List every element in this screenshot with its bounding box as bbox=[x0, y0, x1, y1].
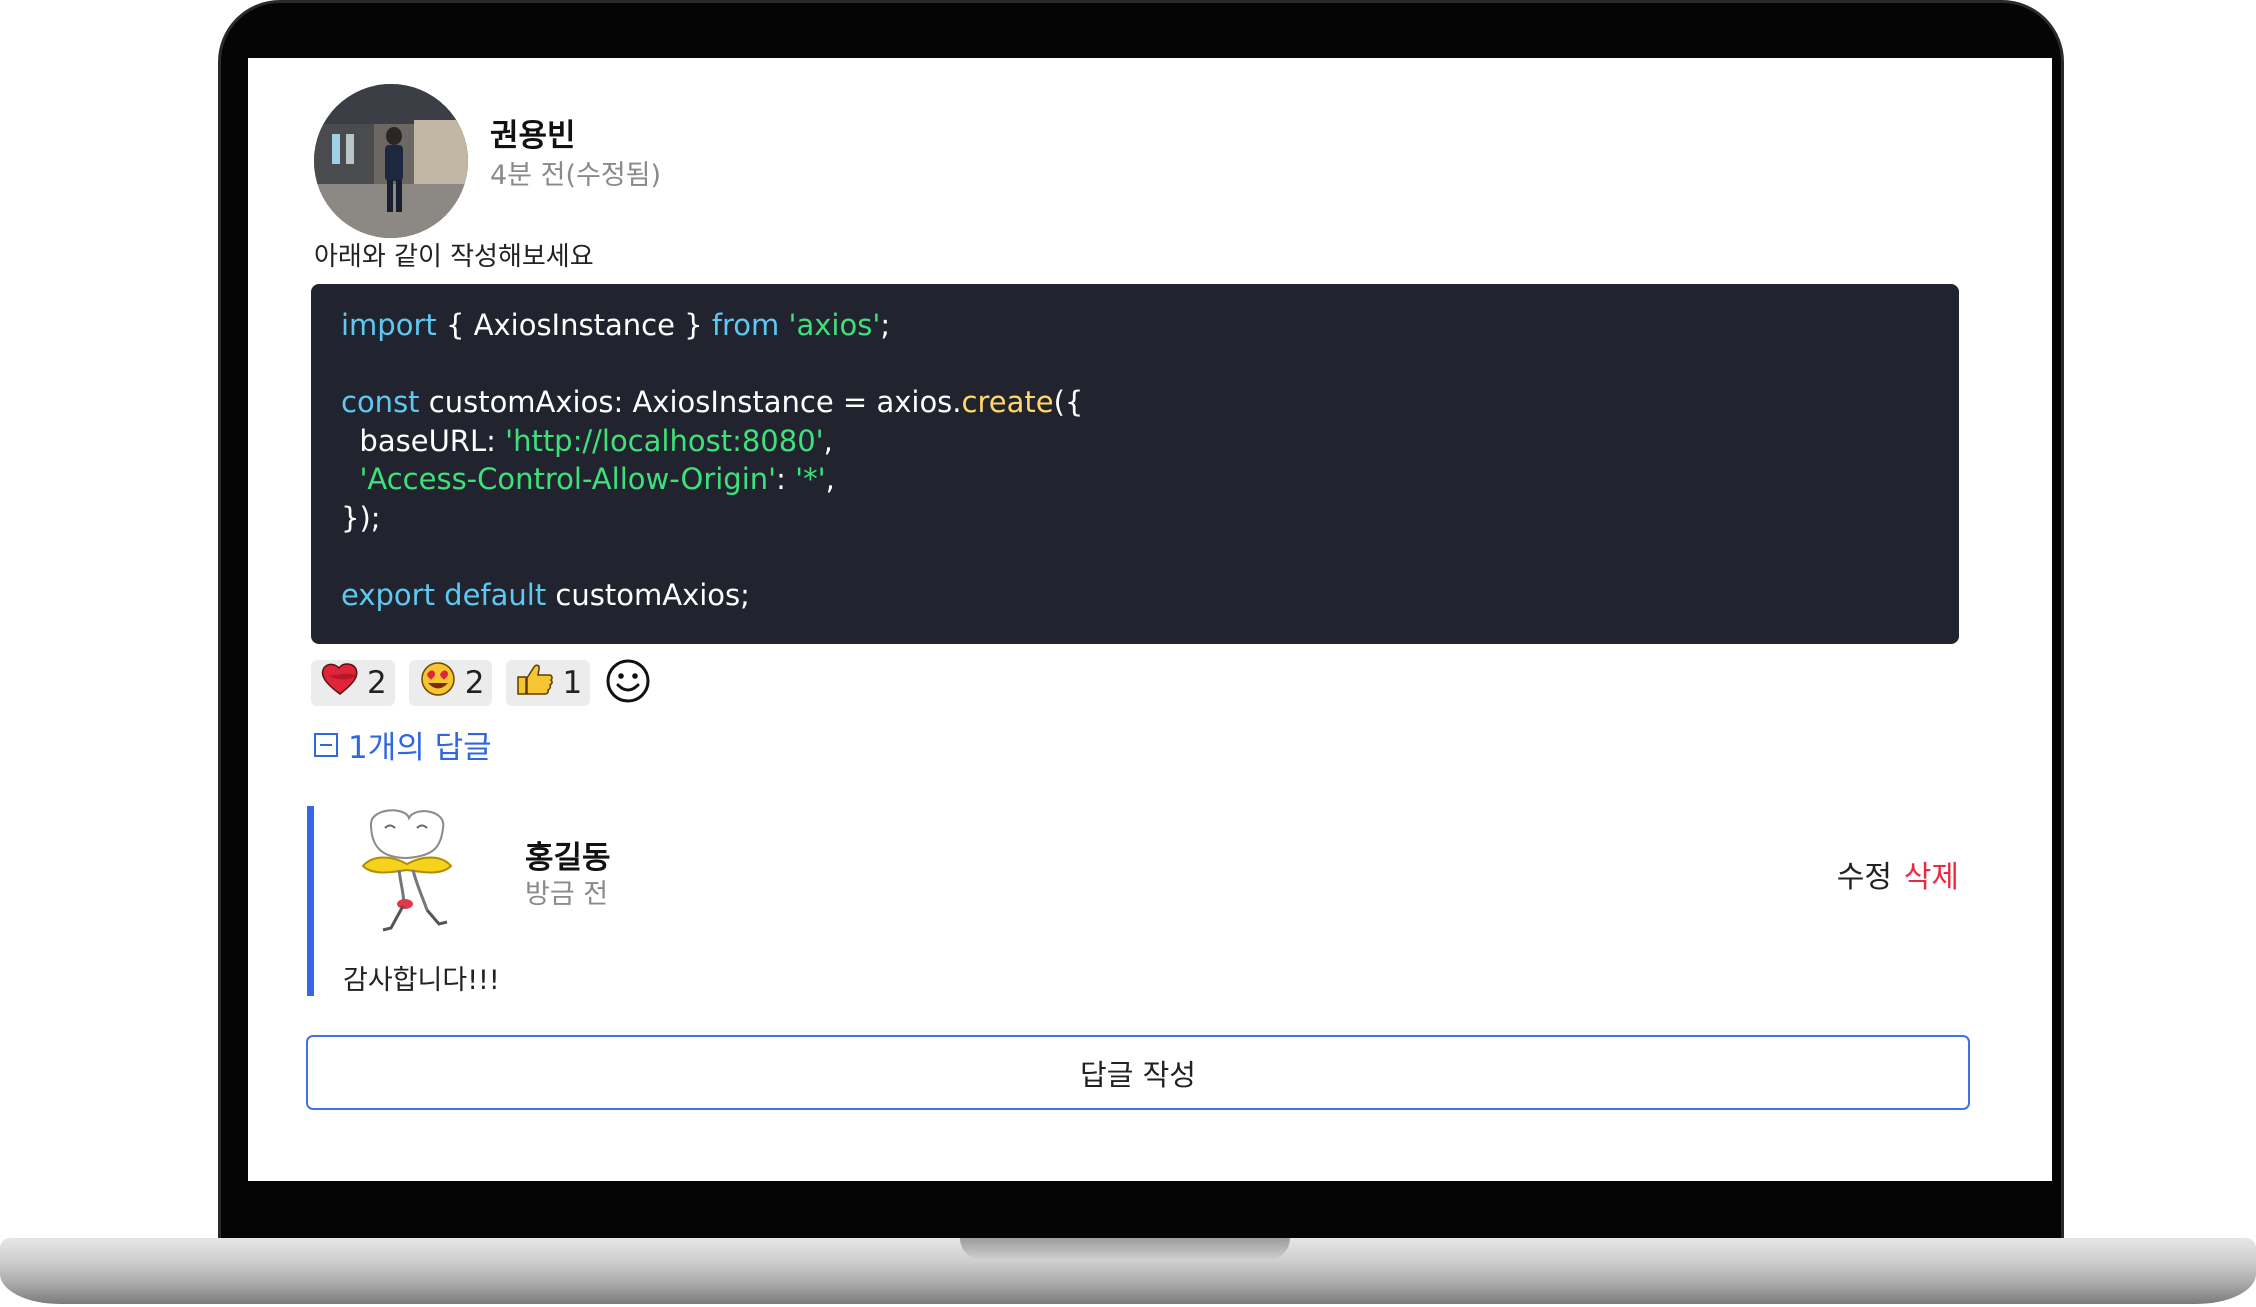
author-name: 권용빈 bbox=[490, 118, 576, 154]
reply-body: 감사합니다!!! bbox=[343, 965, 500, 996]
code-token: 'http://localhost:8080' bbox=[505, 423, 824, 458]
replies-toggle[interactable]: 1개의 답글 bbox=[314, 722, 492, 767]
code-line: baseURL: 'http://localhost:8080', bbox=[341, 422, 1929, 461]
heart-icon bbox=[319, 661, 361, 705]
heart-eyes-icon bbox=[417, 661, 459, 705]
reply-item: 홍길동 방금 전 수정 삭제 감사합니다!!! bbox=[307, 806, 1967, 996]
reply-time: 방금 전 bbox=[525, 879, 609, 910]
code-token: , bbox=[823, 423, 833, 458]
laptop-notch bbox=[960, 1238, 1290, 1260]
edit-reply-button[interactable]: 수정 bbox=[1837, 852, 1892, 896]
code-token: baseURL: bbox=[341, 423, 506, 458]
code-token: import bbox=[341, 308, 437, 342]
collapse-icon bbox=[314, 732, 338, 757]
code-token: , bbox=[825, 462, 835, 496]
code-block: import { AxiosInstance } from 'axios'; co… bbox=[311, 284, 1959, 644]
reply-indent-bar bbox=[307, 806, 314, 996]
screen: 권용빈 4분 전(수정됨) 아래와 같이 작성해보세요 import { Axi… bbox=[248, 58, 2052, 1181]
reply-author-name: 홍길동 bbox=[525, 840, 611, 876]
write-reply-button[interactable]: 답글 작성 bbox=[306, 1035, 1970, 1110]
code-token: customAxios: AxiosInstance = axios. bbox=[419, 385, 962, 419]
code-token: 'Access-Control-Allow-Origin' bbox=[359, 462, 777, 496]
reaction-heart[interactable]: 2 bbox=[311, 660, 395, 706]
code-line: }); bbox=[341, 499, 1929, 538]
code-line: import { AxiosInstance } from 'axios'; bbox=[341, 306, 1929, 345]
author-avatar[interactable] bbox=[314, 84, 468, 238]
smiley-icon bbox=[605, 658, 651, 708]
code-line: export default customAxios; bbox=[341, 576, 1929, 615]
code-token: const bbox=[341, 385, 420, 419]
reaction-bar: 2 2 1 bbox=[311, 659, 652, 707]
code-line: const customAxios: AxiosInstance = axios… bbox=[341, 383, 1929, 422]
code-token: from bbox=[711, 308, 780, 342]
reaction-count: 2 bbox=[464, 665, 485, 701]
code-token: default bbox=[444, 577, 547, 612]
replies-count-label: 1개의 답글 bbox=[348, 730, 492, 766]
code-token: '*' bbox=[795, 462, 826, 496]
thumbs-up-icon bbox=[514, 661, 556, 705]
reaction-count: 2 bbox=[367, 665, 387, 701]
code-token: export bbox=[341, 577, 435, 612]
delete-reply-button[interactable]: 삭제 bbox=[1904, 852, 1959, 896]
code-token: : bbox=[776, 462, 796, 496]
code-token: create bbox=[961, 385, 1054, 419]
reply-avatar[interactable] bbox=[343, 806, 473, 946]
reaction-heart-eyes[interactable]: 2 bbox=[408, 660, 493, 706]
post-time: 4분 전(수정됨) bbox=[490, 160, 662, 191]
code-token: 'axios' bbox=[788, 308, 881, 342]
post-body: 아래와 같이 작성해보세요 bbox=[314, 242, 594, 272]
code-token: ; bbox=[880, 308, 891, 342]
add-reaction-button[interactable] bbox=[604, 659, 652, 707]
reaction-thumbs-up[interactable]: 1 bbox=[506, 660, 591, 706]
code-token: }); bbox=[341, 500, 381, 535]
code-token: { AxiosInstance } bbox=[436, 308, 712, 342]
reaction-count: 1 bbox=[562, 665, 583, 701]
code-token: ({ bbox=[1053, 385, 1084, 419]
code-line: 'Access-Control-Allow-Origin': '*', bbox=[341, 460, 1929, 499]
code-token: customAxios; bbox=[546, 577, 750, 612]
